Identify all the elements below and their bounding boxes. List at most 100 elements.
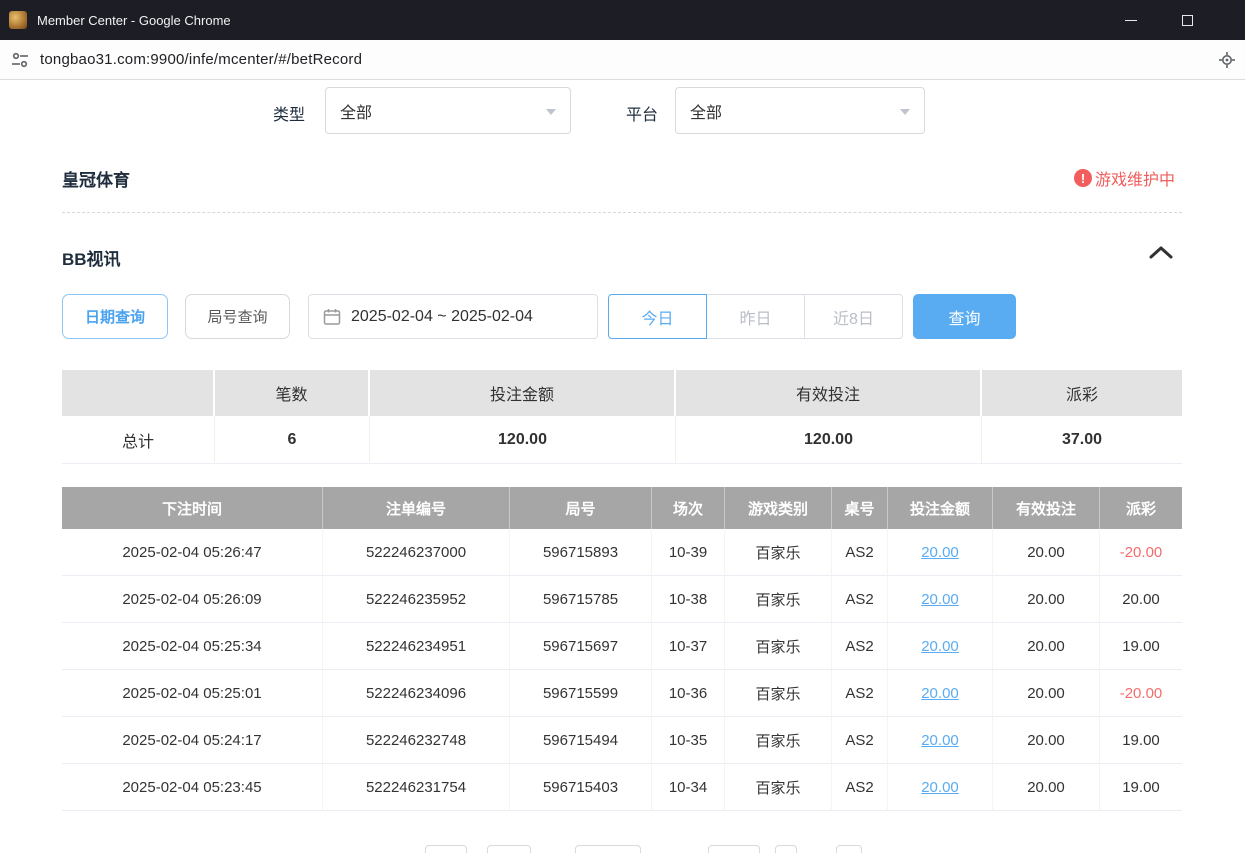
order-id: 522246235952 <box>323 576 510 623</box>
summary-payout: 37.00 <box>982 416 1182 464</box>
valid-bet: 20.00 <box>993 576 1100 623</box>
order-id: 522246234951 <box>323 623 510 670</box>
table-row: 2025-02-04 05:23:45 522246231754 5967154… <box>62 764 1182 811</box>
chevron-up-icon[interactable] <box>1146 243 1176 263</box>
window-title: Member Center - Google Chrome <box>37 13 231 28</box>
pagination-control[interactable] <box>487 845 531 853</box>
settings-icon[interactable] <box>1217 50 1237 70</box>
round-query-tab[interactable]: 局号查询 <box>185 294 290 339</box>
order-id: 522246234096 <box>323 670 510 717</box>
payout-cell: 20.00 <box>1100 576 1182 623</box>
session: 10-38 <box>652 576 725 623</box>
round-no: 596715403 <box>510 764 652 811</box>
window-titlebar: Member Center - Google Chrome <box>0 0 1245 40</box>
payout-cell: -20.00 <box>1100 529 1182 576</box>
platform-filter-label: 平台 <box>626 101 658 125</box>
table-row: 2025-02-04 05:25:01 522246234096 5967155… <box>62 670 1182 717</box>
header-valid-bet: 有效投注 <box>993 487 1100 529</box>
valid-bet: 20.00 <box>993 717 1100 764</box>
summary-header-bet-amount: 投注金额 <box>370 370 676 416</box>
bet-record-table: 下注时间 注单编号 局号 场次 游戏类别 桌号 投注金额 有效投注 派彩 202… <box>62 487 1182 811</box>
type-filter-select[interactable]: 全部 <box>325 87 571 134</box>
quick-range-group: 今日 昨日 近8日 <box>608 294 903 339</box>
round-no: 596715893 <box>510 529 652 576</box>
address-bar: tongbao31.com:9900/infe/mcenter/#/betRec… <box>0 40 1245 80</box>
minimize-button[interactable] <box>1108 0 1154 40</box>
today-button[interactable]: 今日 <box>608 294 707 339</box>
chevron-down-icon <box>546 109 556 115</box>
bet-time: 2025-02-04 05:24:17 <box>62 717 323 764</box>
maximize-icon <box>1182 15 1193 26</box>
game-type: 百家乐 <box>725 717 832 764</box>
game-type: 百家乐 <box>725 764 832 811</box>
round-no: 596715494 <box>510 717 652 764</box>
header-bet-time: 下注时间 <box>62 487 323 529</box>
payout-cell: 19.00 <box>1100 623 1182 670</box>
pagination-control[interactable] <box>775 845 797 853</box>
table-no: AS2 <box>832 670 888 717</box>
bet-amount-link[interactable]: 20.00 <box>921 638 959 655</box>
bet-amount-link[interactable]: 20.00 <box>921 544 959 561</box>
pagination-control[interactable] <box>836 845 862 853</box>
pagination-control[interactable] <box>708 845 760 853</box>
date-range-picker[interactable]: 2025-02-04 ~ 2025-02-04 <box>308 294 598 339</box>
search-button[interactable]: 查询 <box>913 294 1016 339</box>
section-divider <box>62 212 1182 213</box>
valid-bet: 20.00 <box>993 623 1100 670</box>
summary-header-payout: 派彩 <box>982 370 1182 416</box>
bet-amount-link[interactable]: 20.00 <box>921 591 959 608</box>
platform-filter-select[interactable]: 全部 <box>675 87 925 134</box>
yesterday-button[interactable]: 昨日 <box>706 294 805 339</box>
header-payout: 派彩 <box>1100 487 1182 529</box>
summary-valid-bet: 120.00 <box>676 416 982 464</box>
session: 10-35 <box>652 717 725 764</box>
maintenance-text: 游戏维护中 <box>1095 166 1175 190</box>
summary-count: 6 <box>215 416 370 464</box>
bet-time: 2025-02-04 05:26:47 <box>62 529 323 576</box>
round-no: 596715785 <box>510 576 652 623</box>
summary-total-row: 总计 6 120.00 120.00 37.00 <box>62 416 1182 464</box>
header-table-no: 桌号 <box>832 487 888 529</box>
platform-filter-value: 全部 <box>690 99 722 123</box>
game-type: 百家乐 <box>725 623 832 670</box>
bet-table-header-row: 下注时间 注单编号 局号 场次 游戏类别 桌号 投注金额 有效投注 派彩 <box>62 487 1182 529</box>
table-no: AS2 <box>832 529 888 576</box>
header-game-type: 游戏类别 <box>725 487 832 529</box>
order-id: 522246232748 <box>323 717 510 764</box>
pagination-control[interactable] <box>425 845 467 853</box>
bet-time: 2025-02-04 05:25:34 <box>62 623 323 670</box>
bet-amount-cell: 20.00 <box>888 764 993 811</box>
date-range-value: 2025-02-04 ~ 2025-02-04 <box>351 308 533 326</box>
session: 10-37 <box>652 623 725 670</box>
bet-amount-link[interactable]: 20.00 <box>921 685 959 702</box>
url-input[interactable]: tongbao31.com:9900/infe/mcenter/#/betRec… <box>40 51 362 68</box>
valid-bet: 20.00 <box>993 529 1100 576</box>
table-row: 2025-02-04 05:26:09 522246235952 5967157… <box>62 576 1182 623</box>
maximize-button[interactable] <box>1164 0 1210 40</box>
round-no: 596715599 <box>510 670 652 717</box>
valid-bet: 20.00 <box>993 670 1100 717</box>
tune-icon[interactable] <box>10 50 30 70</box>
table-row: 2025-02-04 05:24:17 522246232748 5967154… <box>62 717 1182 764</box>
section-title-bb-video: BB视讯 <box>62 245 121 270</box>
type-filter-label: 类型 <box>273 101 305 125</box>
payout-cell: -20.00 <box>1100 670 1182 717</box>
bet-time: 2025-02-04 05:25:01 <box>62 670 323 717</box>
site-favicon-icon <box>9 11 27 29</box>
date-query-tab[interactable]: 日期查询 <box>62 294 168 339</box>
bet-amount-link[interactable]: 20.00 <box>921 779 959 796</box>
type-filter-value: 全部 <box>340 99 372 123</box>
bet-amount-link[interactable]: 20.00 <box>921 732 959 749</box>
chevron-down-icon <box>900 109 910 115</box>
maintenance-badge: ! 游戏维护中 <box>1074 166 1175 190</box>
bet-amount-cell: 20.00 <box>888 623 993 670</box>
last-8-days-button[interactable]: 近8日 <box>804 294 903 339</box>
minimize-icon <box>1125 20 1137 21</box>
pagination-control[interactable] <box>575 845 641 853</box>
bet-amount-cell: 20.00 <box>888 670 993 717</box>
session: 10-36 <box>652 670 725 717</box>
summary-header-blank <box>62 370 215 416</box>
table-no: AS2 <box>832 576 888 623</box>
table-no: AS2 <box>832 623 888 670</box>
bet-time: 2025-02-04 05:23:45 <box>62 764 323 811</box>
